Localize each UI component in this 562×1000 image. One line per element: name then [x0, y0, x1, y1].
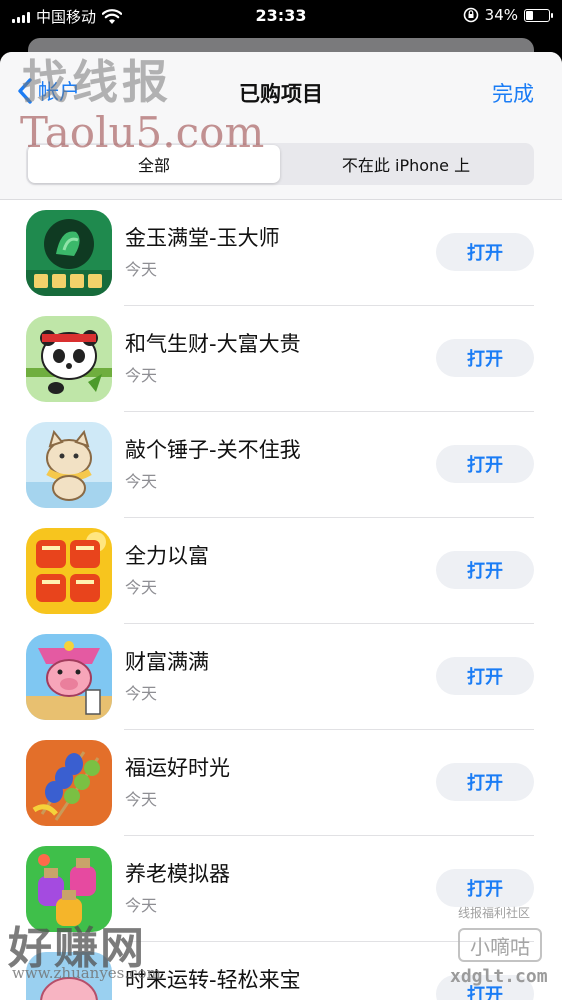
list-item[interactable]: 时来运转-轻松来宝 打开: [0, 942, 562, 1000]
segmented-control: 全部 不在此 iPhone 上: [26, 143, 534, 185]
purchase-date: 今天: [125, 896, 158, 915]
purchase-date: 今天: [125, 684, 158, 703]
battery-icon: [524, 8, 553, 22]
quanli-yifu-app-icon: [26, 528, 112, 614]
navigation-bar: 帐户 已购项目 完成: [0, 52, 562, 132]
purchased-app-list: 金玉满堂-玉大师 今天 打开 和气生财-大富大贵 今天 打开 敲个锤子-关不住我…: [0, 200, 562, 1000]
app-name: 敲个锤子-关不住我: [125, 438, 301, 462]
app-name: 财富满满: [125, 650, 209, 674]
battery-percent: 34%: [484, 6, 518, 24]
open-button[interactable]: 打开: [436, 657, 534, 695]
list-item[interactable]: 养老模拟器 今天 打开: [0, 836, 562, 942]
potion-app-icon: [26, 846, 112, 932]
open-button[interactable]: 打开: [436, 445, 534, 483]
app-name: 时来运转-轻松来宝: [125, 968, 301, 992]
app-name: 福运好时光: [125, 756, 230, 780]
app-name: 金玉满堂-玉大师: [125, 226, 280, 250]
cat-app-icon: [26, 422, 112, 508]
purchase-date: 今天: [125, 472, 158, 491]
page-title: 已购项目: [239, 82, 323, 106]
open-button[interactable]: 打开: [436, 339, 534, 377]
pig-app-icon: [26, 952, 112, 1000]
app-name: 养老模拟器: [125, 862, 230, 886]
segment-bar: 全部 不在此 iPhone 上: [0, 132, 562, 200]
segment-not-on-device[interactable]: 不在此 iPhone 上: [280, 145, 532, 183]
list-item[interactable]: 财富满满 今天 打开: [0, 624, 562, 730]
app-name: 和气生财-大富大贵: [125, 332, 301, 356]
list-item[interactable]: 敲个锤子-关不住我 今天 打开: [0, 412, 562, 518]
skewer-app-icon: [26, 740, 112, 826]
status-right: 34%: [463, 6, 553, 24]
panda-app-icon: [26, 316, 112, 402]
jinyu-mantang-app-icon: [26, 210, 112, 296]
pig-clown-app-icon: [26, 634, 112, 720]
orientation-lock-icon: [463, 7, 478, 23]
purchase-date: 今天: [125, 790, 158, 809]
purchased-sheet: 帐户 已购项目 完成 全部 不在此 iPhone 上 金玉满堂-玉大师 今天 打…: [0, 52, 562, 1000]
open-button[interactable]: 打开: [436, 551, 534, 589]
status-bar: 中国移动 23:33 34%: [0, 0, 562, 32]
open-button[interactable]: 打开: [436, 763, 534, 801]
purchase-date: 今天: [125, 578, 158, 597]
list-item[interactable]: 金玉满堂-玉大师 今天 打开: [0, 200, 562, 306]
list-item[interactable]: 和气生财-大富大贵 今天 打开: [0, 306, 562, 412]
purchase-date: 今天: [125, 366, 158, 385]
app-name: 全力以富: [125, 544, 209, 568]
open-button[interactable]: 打开: [436, 975, 534, 1000]
list-item[interactable]: 全力以富 今天 打开: [0, 518, 562, 624]
open-button[interactable]: 打开: [436, 233, 534, 271]
list-item[interactable]: 福运好时光 今天 打开: [0, 730, 562, 836]
done-button[interactable]: 完成: [492, 78, 534, 108]
segment-all[interactable]: 全部: [28, 145, 280, 183]
purchase-date: 今天: [125, 260, 158, 279]
open-button[interactable]: 打开: [436, 869, 534, 907]
